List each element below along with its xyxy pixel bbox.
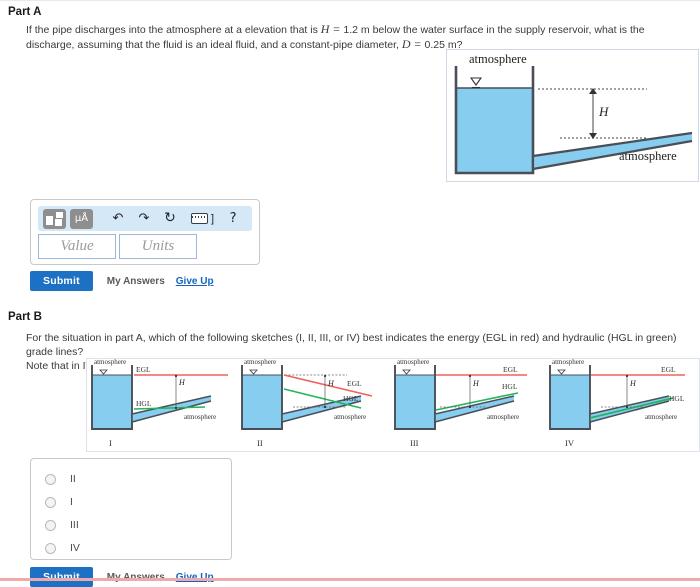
sketch-ii-atmosphere-outlet: atmosphere	[334, 413, 366, 421]
sketch-i-atmosphere-top: atmosphere	[94, 359, 126, 366]
template-matrix-icon[interactable]	[43, 208, 66, 229]
part-b-question-line1: For the situation in part A, which of th…	[26, 332, 677, 358]
choice-option-2[interactable]: I	[45, 496, 73, 508]
sketch-iii-surface-marker-icon	[402, 369, 411, 375]
bottom-rule	[0, 578, 700, 581]
sketch-i-h-label: H	[178, 378, 186, 387]
sketch-i-surface-marker-icon	[99, 369, 108, 375]
reservoir-pipe-diagram: atmosphere H atmosphere	[454, 52, 693, 175]
radio-icon[interactable]	[45, 519, 56, 531]
units-button-label: µÅ	[74, 212, 89, 224]
units-input[interactable]: Units	[119, 234, 197, 259]
radio-icon[interactable]	[45, 496, 56, 508]
units-micro-angstrom-icon[interactable]: µÅ	[70, 208, 93, 229]
choice-option-1[interactable]: II	[45, 473, 76, 485]
keyboard-icon[interactable]	[191, 213, 208, 224]
undo-icon[interactable]: ↶	[105, 206, 131, 231]
figure-a-h-label: H	[598, 104, 609, 119]
value-input[interactable]: Value	[38, 234, 116, 259]
sketch-iii-water	[395, 375, 435, 429]
sketch-ii-egl-label: EGL	[347, 379, 362, 388]
sketch-i[interactable]: atmosphere EGL HGL H atmosphere I	[91, 359, 228, 448]
d-symbol: D	[401, 37, 411, 51]
h-equals: =	[332, 22, 341, 36]
sketch-iii-h-label: H	[472, 379, 480, 388]
sketch-iv-atmosphere-top: atmosphere	[552, 359, 584, 366]
sketch-iv[interactable]: atmosphere EGL HGL H atmosphere IV	[549, 359, 685, 448]
sketch-i-water	[92, 375, 132, 429]
sketch-iii-atmosphere-top: atmosphere	[397, 359, 429, 366]
sketch-iv-h-label: H	[629, 379, 637, 388]
choice-label-4: IV	[70, 542, 80, 554]
sketch-i-h-dot-bottom	[174, 406, 178, 410]
sketch-iii-caption: III	[410, 438, 419, 448]
h-arrow-down	[589, 133, 597, 139]
sketch-iv-h-dot-bottom	[625, 405, 629, 409]
part-a-question-pre: If the pipe discharges into the atmosphe…	[26, 24, 318, 36]
sketch-i-caption: I	[109, 438, 112, 448]
part-b-submit-row: Submit My Answers Give Up	[30, 567, 214, 587]
sketch-iv-atmosphere-outlet: atmosphere	[645, 413, 677, 421]
keyboard-bracket-label: ]	[211, 212, 215, 225]
sketch-iv-h-dot-top	[625, 374, 629, 378]
sketch-iii-atmosphere-outlet: atmosphere	[487, 413, 519, 421]
choice-option-4[interactable]: IV	[45, 542, 80, 554]
sketch-ii[interactable]: atmosphere EGL HGL H atmosphere II	[241, 359, 373, 448]
sketch-ii-water	[242, 375, 282, 429]
sketch-iv-caption: IV	[565, 438, 575, 448]
sketch-iv-surface-marker-icon	[557, 369, 566, 375]
reservoir-water	[456, 88, 533, 173]
part-b-title: Part B	[8, 311, 42, 323]
part-a-answer-toolbar: µÅ ↶ ↷ ↻ ] ?	[38, 206, 252, 231]
sketch-iii-h-dot-top	[468, 374, 472, 378]
redo-icon[interactable]: ↷	[131, 206, 157, 231]
reset-icon[interactable]: ↻	[157, 206, 183, 231]
sketch-i-egl-label: EGL	[136, 365, 151, 374]
sketch-iv-hgl-label: HGL	[669, 394, 685, 403]
sketch-iv-water	[550, 375, 590, 429]
sketch-ii-h-dot-bottom	[323, 405, 327, 409]
h-symbol: H	[320, 22, 330, 36]
sketch-i-h-dot-top	[174, 374, 178, 378]
part-a-answer-box: µÅ ↶ ↷ ↻ ] ? Value Units	[30, 199, 260, 265]
choice-option-3[interactable]: III	[45, 519, 79, 531]
radio-icon[interactable]	[45, 473, 56, 485]
sketch-iii-hgl-label: HGL	[502, 382, 518, 391]
part-b-choices-box: II I III IV	[30, 458, 232, 560]
part-a-title: Part A	[8, 6, 42, 18]
sketch-iv-egl-label: EGL	[661, 365, 676, 374]
sketch-iii[interactable]: atmosphere EGL HGL H atmosphere III	[394, 359, 527, 448]
part-a-question: If the pipe discharges into the atmosphe…	[26, 22, 686, 52]
sketch-ii-surface-marker-icon	[249, 369, 258, 375]
sketch-ii-h-dot-top	[323, 374, 327, 378]
free-surface-marker-icon	[469, 77, 483, 86]
part-a-my-answers-link[interactable]: My Answers	[107, 276, 165, 287]
sketch-i-hgl-label: HGL	[136, 399, 152, 408]
part-a-submit-button[interactable]: Submit	[30, 271, 93, 291]
radio-icon[interactable]	[45, 542, 56, 554]
sketch-ii-atmosphere-top: atmosphere	[244, 359, 276, 366]
figure-a-atmosphere-outlet: atmosphere	[619, 149, 677, 163]
part-a-give-up-link[interactable]: Give Up	[176, 276, 214, 287]
choice-label-2: I	[70, 496, 73, 508]
sketch-ii-hgl-label: HGL	[343, 394, 359, 403]
choice-label-1: II	[70, 473, 76, 485]
choice-label-3: III	[70, 519, 79, 531]
sketch-i-atmosphere-outlet: atmosphere	[184, 413, 216, 421]
d-equals: =	[413, 37, 422, 51]
egl-hgl-sketches: atmosphere EGL HGL H atmosphere I atmosp…	[91, 359, 685, 448]
part-a-submit-row: Submit My Answers Give Up	[30, 271, 214, 291]
figure-a-atmosphere-top: atmosphere	[469, 52, 527, 66]
part-b-submit-button[interactable]: Submit	[30, 567, 93, 587]
sketch-iii-h-dot-bottom	[468, 405, 472, 409]
part-b-sketch-panel: atmosphere EGL HGL H atmosphere I atmosp…	[86, 358, 700, 452]
sketch-ii-caption: II	[257, 438, 263, 448]
sketch-iii-egl-label: EGL	[503, 365, 518, 374]
part-a-figure: atmosphere H atmosphere	[446, 49, 699, 182]
h-value: 1.2 m	[343, 24, 370, 36]
top-hairline	[0, 0, 700, 1]
help-icon[interactable]: ?	[223, 206, 243, 231]
keyboard-shortcut-group[interactable]: ]	[191, 213, 214, 225]
